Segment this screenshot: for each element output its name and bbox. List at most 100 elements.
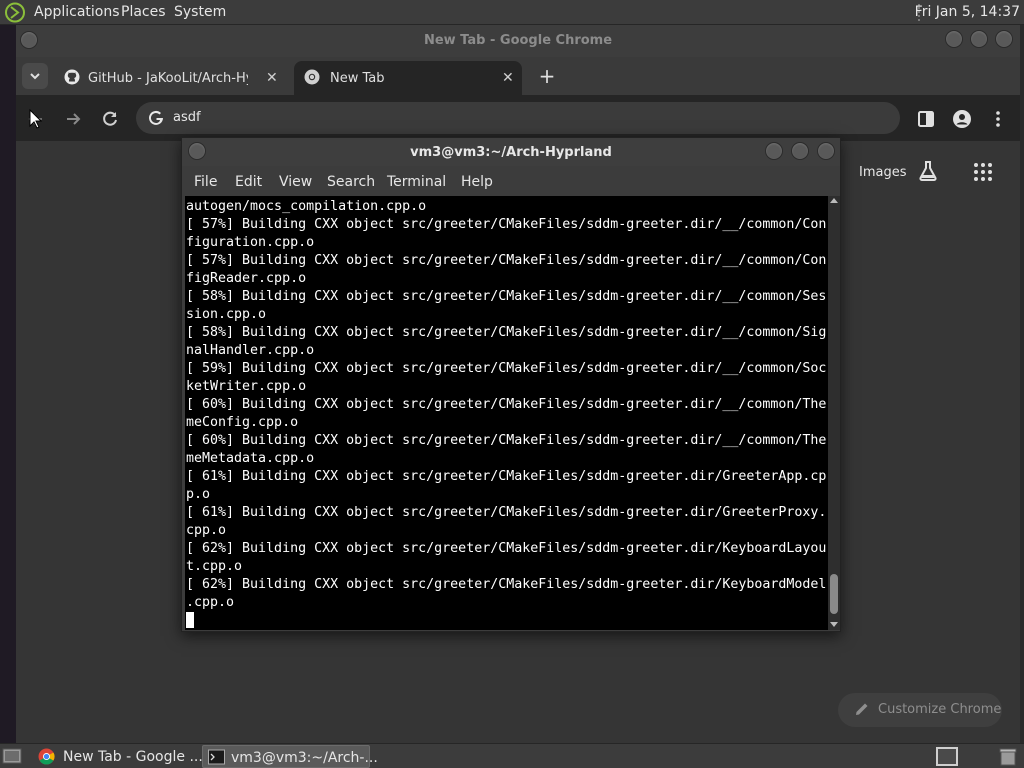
minimize-button[interactable] bbox=[945, 30, 963, 48]
close-tab-icon[interactable]: ✕ bbox=[266, 70, 278, 86]
menu-places[interactable]: Places bbox=[121, 4, 166, 20]
scroll-up-arrow-icon[interactable] bbox=[830, 198, 838, 203]
side-panel-button[interactable] bbox=[914, 107, 938, 131]
chrome-menu-button[interactable] bbox=[986, 107, 1010, 131]
menu-applications[interactable]: Applications bbox=[34, 4, 120, 20]
menu-edit[interactable]: Edit bbox=[235, 174, 262, 190]
desktop-edge bbox=[1020, 25, 1024, 743]
terminal-line: meMetadata.cpp.o bbox=[186, 451, 315, 466]
terminal-line: [ 62%] Building CXX object src/greeter/C… bbox=[186, 577, 827, 592]
taskbar-item-label: vm3@vm3:~/Arch-... bbox=[231, 750, 378, 766]
menu-help[interactable]: Help bbox=[461, 174, 493, 190]
terminal-line: cpp.o bbox=[186, 523, 227, 538]
taskbar-item-chrome[interactable]: New Tab - Google ... bbox=[32, 745, 203, 768]
tab-strip: GitHub - JaKooLit/Arch-Hyprl ✕ New Tab ✕… bbox=[16, 57, 1020, 95]
chrome-toolbar: asdf bbox=[16, 95, 1020, 141]
profile-button[interactable] bbox=[950, 107, 974, 131]
taskbar-item-label: New Tab - Google ... bbox=[63, 749, 203, 765]
reload-button[interactable] bbox=[98, 107, 122, 131]
new-tab-button[interactable]: + bbox=[536, 65, 558, 87]
reload-icon bbox=[103, 111, 117, 126]
kebab-menu-icon bbox=[996, 111, 1000, 127]
terminal-line: .cpp.o bbox=[186, 595, 235, 610]
terminal-line: t.cpp.o bbox=[186, 559, 243, 574]
terminal-window-title: vm3@vm3:~/Arch-Hyprland bbox=[410, 145, 612, 160]
pencil-icon bbox=[856, 703, 868, 715]
bottom-panel: New Tab - Google ... vm3@vm3:~/Arch-... bbox=[0, 743, 1024, 768]
terminal-line: [ 58%] Building CXX object src/greeter/C… bbox=[186, 289, 827, 304]
trash-icon[interactable] bbox=[998, 747, 1018, 766]
maximize-button[interactable] bbox=[791, 142, 809, 160]
menu-file[interactable]: File bbox=[194, 174, 217, 190]
tab-label: GitHub - JaKooLit/Arch-Hyprl bbox=[88, 71, 248, 86]
distro-logo-icon[interactable] bbox=[4, 2, 26, 23]
images-link[interactable]: Images bbox=[859, 165, 907, 180]
back-button[interactable] bbox=[24, 107, 48, 131]
forward-arrow-icon bbox=[67, 113, 81, 125]
terminal-line: [ 62%] Building CXX object src/greeter/C… bbox=[186, 541, 827, 556]
tab-search-button[interactable] bbox=[22, 63, 48, 89]
back-arrow-icon bbox=[28, 108, 43, 129]
terminal-icon bbox=[208, 749, 225, 765]
labs-flask-icon[interactable] bbox=[916, 159, 940, 183]
customize-chrome-label: Customize Chrome bbox=[878, 702, 1002, 717]
customize-chrome-button[interactable]: Customize Chrome bbox=[838, 693, 1002, 727]
side-panel-icon bbox=[918, 111, 934, 127]
menu-view[interactable]: View bbox=[279, 174, 312, 190]
scrollbar-thumb[interactable] bbox=[830, 574, 838, 614]
terminal-scrollbar[interactable] bbox=[828, 196, 840, 630]
forward-button[interactable] bbox=[61, 107, 85, 131]
terminal-line: [ 61%] Building CXX object src/greeter/C… bbox=[186, 505, 827, 520]
terminal-titlebar[interactable]: vm3@vm3:~/Arch-Hyprland bbox=[182, 138, 840, 166]
terminal-line: sion.cpp.o bbox=[186, 307, 267, 322]
menu-system[interactable]: System bbox=[174, 4, 226, 20]
profile-icon bbox=[953, 110, 971, 128]
chrome-icon bbox=[38, 748, 55, 765]
minimize-button[interactable] bbox=[765, 142, 783, 160]
terminal-menubar: File Edit View Search Terminal Help bbox=[182, 166, 840, 196]
tab-label: New Tab bbox=[330, 71, 385, 86]
tab-new-tab[interactable]: New Tab ✕ bbox=[294, 61, 522, 95]
terminal-line: [ 57%] Building CXX object src/greeter/C… bbox=[186, 253, 827, 268]
terminal-line: p.o bbox=[186, 487, 211, 502]
address-bar[interactable]: asdf bbox=[136, 102, 900, 134]
terminal-line: ketWriter.cpp.o bbox=[186, 379, 307, 394]
chevron-down-icon bbox=[30, 73, 40, 80]
chrome-window-title: New Tab - Google Chrome bbox=[423, 33, 613, 48]
show-desktop-icon[interactable] bbox=[2, 747, 22, 765]
close-button[interactable] bbox=[995, 30, 1013, 48]
close-tab-icon[interactable]: ✕ bbox=[502, 70, 514, 86]
menu-search[interactable]: Search bbox=[327, 174, 375, 190]
terminal-line: figuration.cpp.o bbox=[186, 235, 315, 250]
scroll-down-arrow-icon[interactable] bbox=[830, 622, 838, 627]
panel-clock[interactable]: Fri Jan 5, 14:37 bbox=[915, 4, 1020, 20]
terminal-line: [ 60%] Building CXX object src/greeter/C… bbox=[186, 397, 827, 412]
chrome-titlebar[interactable]: New Tab - Google Chrome bbox=[16, 25, 1020, 57]
terminal-line: meConfig.cpp.o bbox=[186, 415, 299, 430]
terminal-output[interactable]: autogen/mocs_compilation.cpp.o [ 57%] Bui… bbox=[185, 196, 828, 630]
terminal-line: autogen/mocs_compilation.cpp.o bbox=[186, 199, 427, 214]
terminal-line: [ 57%] Building CXX object src/greeter/C… bbox=[186, 217, 827, 232]
menu-terminal[interactable]: Terminal bbox=[387, 174, 446, 190]
terminal-line: [ 61%] Building CXX object src/greeter/C… bbox=[186, 469, 827, 484]
top-panel: Applications Places System Fri Jan 5, 14… bbox=[0, 0, 1024, 25]
tab-github[interactable]: GitHub - JaKooLit/Arch-Hyprl ✕ bbox=[56, 61, 294, 95]
taskbar-item-terminal[interactable]: vm3@vm3:~/Arch-... bbox=[202, 745, 378, 768]
terminal-text: autogen/mocs_compilation.cpp.o [ 57%] Bui… bbox=[186, 198, 826, 612]
address-bar-text[interactable]: asdf bbox=[173, 110, 201, 125]
chrome-icon bbox=[304, 69, 320, 85]
terminal-line: [ 58%] Building CXX object src/greeter/C… bbox=[186, 325, 827, 340]
terminal-window: vm3@vm3:~/Arch-Hyprland File Edit View S… bbox=[181, 137, 841, 632]
github-icon bbox=[64, 69, 80, 85]
terminal-cursor bbox=[186, 612, 194, 628]
close-button[interactable] bbox=[817, 142, 835, 160]
terminal-line: nalHandler.cpp.o bbox=[186, 343, 315, 358]
google-g-icon bbox=[149, 110, 163, 125]
terminal-line: [ 59%] Building CXX object src/greeter/C… bbox=[186, 361, 827, 376]
workspace-switcher[interactable] bbox=[936, 747, 958, 766]
apps-grid-icon[interactable] bbox=[973, 162, 993, 182]
desktop-background bbox=[0, 25, 16, 743]
terminal-line: figReader.cpp.o bbox=[186, 271, 307, 286]
terminal-line: [ 60%] Building CXX object src/greeter/C… bbox=[186, 433, 827, 448]
maximize-button[interactable] bbox=[970, 30, 988, 48]
